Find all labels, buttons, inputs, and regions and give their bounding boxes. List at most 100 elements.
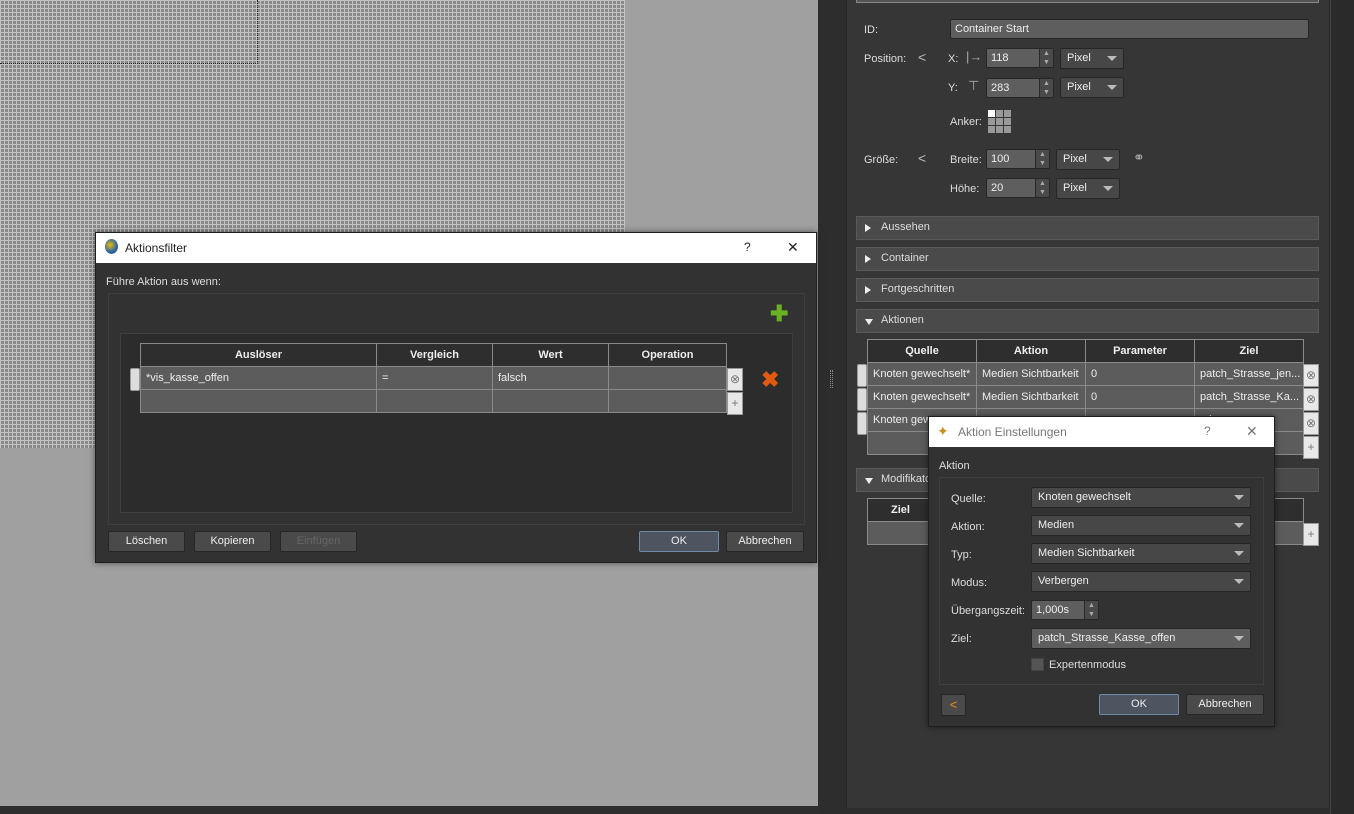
cell[interactable] — [608, 366, 727, 390]
copy-button[interactable]: Kopieren — [194, 531, 271, 552]
selected-element-outline[interactable] — [0, 0, 258, 64]
id-input[interactable]: Container Start — [950, 19, 1309, 39]
cancel-button[interactable]: Abbrechen — [1186, 694, 1264, 715]
target-label: Ziel: — [951, 633, 972, 645]
cell[interactable] — [376, 389, 493, 413]
y-unit-select[interactable]: Pixel — [1060, 77, 1124, 98]
column-header[interactable]: Quelle — [867, 339, 977, 363]
add-filter-icon[interactable]: ✚ — [770, 303, 788, 325]
column-header[interactable]: Parameter — [1085, 339, 1195, 363]
spin-arrows-icon[interactable]: ▲ ▼ — [1035, 150, 1049, 168]
column-header[interactable]: Ziel — [1194, 339, 1304, 363]
x-unit-select[interactable]: Pixel — [1060, 48, 1124, 69]
delete-button[interactable]: Löschen — [108, 531, 185, 552]
chain-link-icon[interactable]: ⚭ — [1133, 149, 1145, 166]
link-mode-icon[interactable]: < — [918, 150, 926, 166]
cell[interactable]: Medien Sichtbarkeit — [976, 385, 1086, 409]
remove-row-icon[interactable]: ⊗ — [1303, 388, 1319, 411]
splitter-handle[interactable] — [830, 370, 833, 388]
column-header[interactable]: Aktion — [976, 339, 1086, 363]
anchor-cell[interactable] — [1004, 110, 1011, 117]
spin-arrows-icon[interactable]: ▲ ▼ — [1039, 79, 1053, 97]
section-aussehen[interactable]: Aussehen — [856, 216, 1319, 240]
column-header[interactable]: Wert — [492, 343, 609, 367]
triangle-down-icon — [865, 478, 873, 484]
remove-row-icon[interactable]: ⊗ — [1303, 412, 1319, 435]
scrollbar[interactable] — [1330, 0, 1354, 814]
section-fortgeschritten[interactable]: Fortgeschritten — [856, 278, 1319, 302]
ok-button[interactable]: OK — [1099, 694, 1179, 715]
transition-spinbox[interactable]: 1,000s ▲ ▼ — [1031, 600, 1099, 620]
column-header[interactable]: Vergleich — [376, 343, 493, 367]
drag-handle-icon[interactable] — [857, 412, 867, 435]
anchor-cell[interactable] — [988, 126, 995, 133]
x-spinbox[interactable]: 118 ▲ ▼ — [986, 48, 1054, 68]
anchor-cell[interactable] — [996, 126, 1003, 133]
section-container[interactable]: Container — [856, 247, 1319, 271]
cell[interactable]: Knoten gewechselt* — [867, 362, 977, 386]
height-spinbox[interactable]: 20 ▲ ▼ — [986, 178, 1050, 198]
section-aktionen[interactable]: Aktionen — [856, 309, 1319, 333]
ok-button[interactable]: OK — [639, 531, 719, 552]
table-row[interactable]: *vis_kasse_offen = falsch — [140, 366, 727, 390]
cell[interactable]: patch_Strasse_Ka... — [1194, 385, 1304, 409]
remove-row-icon[interactable]: ⊗ — [1303, 364, 1319, 387]
cell[interactable]: = — [376, 366, 493, 390]
spin-arrows-icon[interactable]: ▲ ▼ — [1084, 601, 1098, 619]
flow-editor-icon[interactable]: < — [941, 694, 966, 716]
anchor-cell[interactable] — [988, 118, 995, 125]
width-spinbox[interactable]: 100 ▲ ▼ — [986, 149, 1050, 169]
anchor-cell[interactable] — [1004, 118, 1011, 125]
expert-mode-checkbox[interactable] — [1031, 658, 1044, 671]
type-label: Typ: — [951, 549, 972, 561]
help-button[interactable]: ? — [1204, 424, 1211, 438]
width-unit-select[interactable]: Pixel — [1056, 149, 1120, 170]
cell[interactable]: Knoten gewechselt* — [867, 385, 977, 409]
close-button[interactable]: ✕ — [787, 239, 799, 256]
column-header[interactable]: Ziel — [867, 498, 934, 522]
table-row[interactable]: Knoten gewechselt* Medien Sichtbarkeit 0 pa… — [867, 362, 1304, 386]
action-select[interactable]: Medien — [1031, 515, 1251, 536]
delete-filter-icon[interactable]: ✖ — [761, 367, 779, 393]
cell[interactable]: 0 — [1085, 362, 1195, 386]
drag-handle-icon[interactable] — [130, 368, 140, 391]
column-header[interactable]: Operation — [608, 343, 727, 367]
drag-handle-icon[interactable] — [857, 388, 867, 411]
paste-button[interactable]: Einfügen — [280, 531, 357, 552]
target-combobox[interactable]: patch_Strasse_Kasse_offen — [1031, 628, 1251, 649]
table-row[interactable] — [140, 389, 727, 413]
link-mode-icon[interactable]: < — [918, 49, 926, 65]
spin-arrows-icon[interactable]: ▲ ▼ — [1035, 179, 1049, 197]
mode-select[interactable]: Verbergen — [1031, 571, 1251, 592]
cancel-button[interactable]: Abbrechen — [726, 531, 804, 552]
cell[interactable]: falsch — [492, 366, 609, 390]
anchor-grid[interactable] — [988, 110, 1012, 133]
anchor-cell[interactable] — [1004, 126, 1011, 133]
height-unit-select[interactable]: Pixel — [1056, 178, 1120, 199]
cell[interactable]: 0 — [1085, 385, 1195, 409]
cell[interactable]: patch_Strasse_jen... — [1194, 362, 1304, 386]
cell[interactable] — [492, 389, 609, 413]
remove-row-icon[interactable]: ⊗ — [727, 368, 743, 391]
type-select[interactable]: Medien Sichtbarkeit — [1031, 543, 1251, 564]
app-icon — [105, 239, 118, 254]
help-button[interactable]: ? — [744, 240, 751, 254]
column-header[interactable]: Auslöser — [140, 343, 377, 367]
add-row-icon[interactable]: + — [1303, 436, 1319, 459]
expert-mode-label[interactable]: Expertenmodus — [1049, 659, 1126, 671]
cell[interactable]: *vis_kasse_offen — [140, 366, 377, 390]
source-select[interactable]: Knoten gewechselt — [1031, 487, 1251, 508]
add-row-icon[interactable]: + — [1303, 523, 1319, 546]
spin-arrows-icon[interactable]: ▲ ▼ — [1039, 49, 1053, 67]
anchor-cell[interactable] — [996, 118, 1003, 125]
anchor-cell[interactable] — [988, 110, 995, 117]
cell[interactable] — [608, 389, 727, 413]
cell[interactable]: Medien Sichtbarkeit — [976, 362, 1086, 386]
drag-handle-icon[interactable] — [857, 364, 867, 387]
anchor-cell[interactable] — [996, 110, 1003, 117]
y-spinbox[interactable]: 283 ▲ ▼ — [986, 78, 1054, 98]
add-row-icon[interactable]: + — [727, 392, 743, 415]
table-row[interactable]: Knoten gewechselt* Medien Sichtbarkeit 0 pa… — [867, 385, 1304, 409]
cell[interactable] — [140, 389, 377, 413]
close-button[interactable]: ✕ — [1246, 423, 1258, 440]
